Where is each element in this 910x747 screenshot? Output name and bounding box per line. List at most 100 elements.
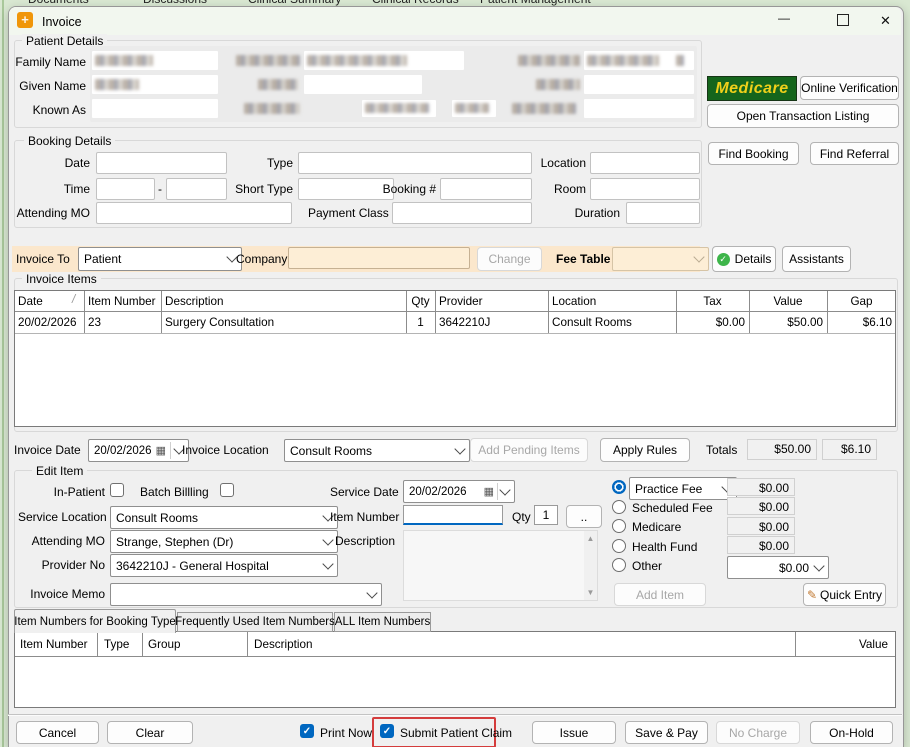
table-row-divider xyxy=(15,333,895,334)
invoice-date-value: 20/02/2026 xyxy=(94,444,152,457)
tab-all-item-numbers[interactable]: ALL Item Numbers xyxy=(334,612,431,632)
online-verification-button[interactable]: Online Verification xyxy=(800,76,899,100)
on-hold-button[interactable]: On-Hold xyxy=(810,721,893,744)
in-patient-checkbox[interactable] xyxy=(110,483,124,497)
cancel-button[interactable]: Cancel xyxy=(16,721,99,744)
redacted-text xyxy=(244,103,300,114)
booking-type-label: Type xyxy=(266,156,293,170)
booking-location-label: Location xyxy=(540,156,586,170)
app-plus-icon: + xyxy=(17,12,33,28)
other-fee-select[interactable]: $0.00 xyxy=(727,556,829,579)
medicare-radio[interactable] xyxy=(612,519,626,533)
row-description: Surgery Consultation xyxy=(165,316,275,329)
invoice-memo-select[interactable] xyxy=(110,583,382,606)
company-field[interactable] xyxy=(288,247,470,269)
health-fund-radio[interactable] xyxy=(612,539,626,553)
duration-field[interactable] xyxy=(626,202,700,224)
service-date-picker[interactable]: 20/02/2026 ▦ xyxy=(403,480,515,503)
duration-label: Duration xyxy=(574,206,620,220)
practice-fee-radio[interactable] xyxy=(612,480,626,494)
family-name-label: Family Name xyxy=(15,55,86,69)
tab-item-numbers-for-booking-type[interactable]: Item Numbers for Booking Type xyxy=(14,609,176,633)
issue-button[interactable]: Issue xyxy=(532,721,616,744)
fee-table-label: Fee Table xyxy=(556,252,611,266)
attending-mo-select[interactable]: Strange, Stephen (Dr) xyxy=(110,530,338,553)
col-header-description[interactable]: Description xyxy=(165,295,223,308)
other-fee-radio[interactable] xyxy=(612,558,626,572)
attending-mo-field[interactable] xyxy=(96,202,292,224)
description-textarea[interactable] xyxy=(403,530,598,601)
booking-time-to-field[interactable] xyxy=(166,178,227,200)
column-divider xyxy=(795,632,796,656)
tab-frequently-used-item-numbers[interactable]: Frequently Used Item Numbers xyxy=(175,612,335,632)
maximize-icon[interactable] xyxy=(837,14,849,26)
col-header-description[interactable]: Description xyxy=(254,638,312,651)
service-location-select[interactable]: Consult Rooms xyxy=(110,506,338,529)
batch-billing-checkbox[interactable] xyxy=(220,483,234,497)
invoice-location-select[interactable]: Consult Rooms xyxy=(284,439,470,462)
practice-fee-select[interactable]: Practice Fee xyxy=(629,477,737,500)
col-header-provider[interactable]: Provider xyxy=(439,295,483,308)
invoice-date-picker[interactable]: 20/02/2026 ▦ xyxy=(88,439,189,462)
invoice-to-select[interactable]: Patient xyxy=(78,247,242,271)
col-header-item-number[interactable]: Item Number xyxy=(88,295,156,308)
col-header-tax[interactable]: Tax xyxy=(676,295,749,308)
room-field[interactable] xyxy=(590,178,700,200)
provider-no-select[interactable]: 3642210J - General Hospital xyxy=(110,554,338,577)
booking-type-field[interactable] xyxy=(298,152,532,174)
booking-time-from-field[interactable] xyxy=(96,178,155,200)
chevron-down-icon xyxy=(366,586,378,599)
known-as-field xyxy=(92,99,218,118)
apply-rules-button[interactable]: Apply Rules xyxy=(600,438,690,462)
row-tax: $0.00 xyxy=(715,316,745,329)
edit-item-legend: Edit Item xyxy=(32,464,88,478)
short-type-field[interactable] xyxy=(298,178,394,200)
chevron-down-icon xyxy=(454,442,466,455)
open-transaction-listing-button[interactable]: Open Transaction Listing xyxy=(707,104,899,128)
chevron-down-icon xyxy=(693,251,705,263)
given-name-label: Given Name xyxy=(19,79,86,93)
details-button[interactable]: ✓ Details xyxy=(712,246,776,272)
calendar-icon: ▦ xyxy=(155,445,166,457)
booking-no-field[interactable] xyxy=(440,178,532,200)
minimize-icon[interactable]: — xyxy=(778,11,790,25)
sort-icon: / xyxy=(72,293,76,306)
redacted-field xyxy=(584,75,694,94)
save-and-pay-button[interactable]: Save & Pay xyxy=(625,721,708,744)
col-header-gap[interactable]: Gap xyxy=(827,295,896,308)
col-header-value[interactable]: Value xyxy=(820,638,888,651)
assistants-button[interactable]: Assistants xyxy=(782,246,851,272)
close-icon[interactable]: ✕ xyxy=(880,13,891,29)
qty-input[interactable]: 1 xyxy=(534,505,558,525)
payment-class-field[interactable] xyxy=(392,202,532,224)
print-now-checkbox[interactable]: ✓ xyxy=(300,724,314,738)
redacted-text xyxy=(455,103,489,113)
find-referral-button[interactable]: Find Referral xyxy=(810,142,899,165)
scroll-down-icon[interactable]: ▼ xyxy=(584,588,597,597)
col-header-qty[interactable]: Qty xyxy=(406,295,435,308)
find-booking-button[interactable]: Find Booking xyxy=(708,142,799,165)
batch-billing-label: Batch Billling xyxy=(140,485,209,499)
known-as-label: Known As xyxy=(32,103,86,117)
invoice-location-value: Consult Rooms xyxy=(290,443,373,458)
col-header-type[interactable]: Type xyxy=(104,638,129,651)
browse-items-button[interactable]: .. xyxy=(566,505,602,528)
submit-patient-claim-checkbox[interactable]: ✓ xyxy=(380,724,394,738)
col-header-group[interactable]: Group xyxy=(148,638,180,651)
col-header-value[interactable]: Value xyxy=(749,295,827,308)
scheduled-fee-radio[interactable] xyxy=(612,500,626,514)
clear-button[interactable]: Clear xyxy=(107,721,193,744)
col-header-date[interactable]: Date xyxy=(18,295,43,308)
chevron-down-icon xyxy=(322,533,334,546)
fee-table-select[interactable] xyxy=(612,247,709,271)
details-label: Details xyxy=(734,252,772,266)
col-header-location[interactable]: Location xyxy=(552,295,596,308)
booking-location-field[interactable] xyxy=(590,152,700,174)
item-number-input[interactable] xyxy=(403,505,503,525)
booking-date-field[interactable] xyxy=(96,152,227,174)
col-header-item-number[interactable]: Item Number xyxy=(20,638,88,651)
scroll-up-icon[interactable]: ▲ xyxy=(584,534,597,543)
print-now-label: Print Now xyxy=(320,726,373,740)
quick-entry-button[interactable]: ✎ Quick Entry xyxy=(803,583,886,606)
item-numbers-table[interactable] xyxy=(14,631,896,708)
